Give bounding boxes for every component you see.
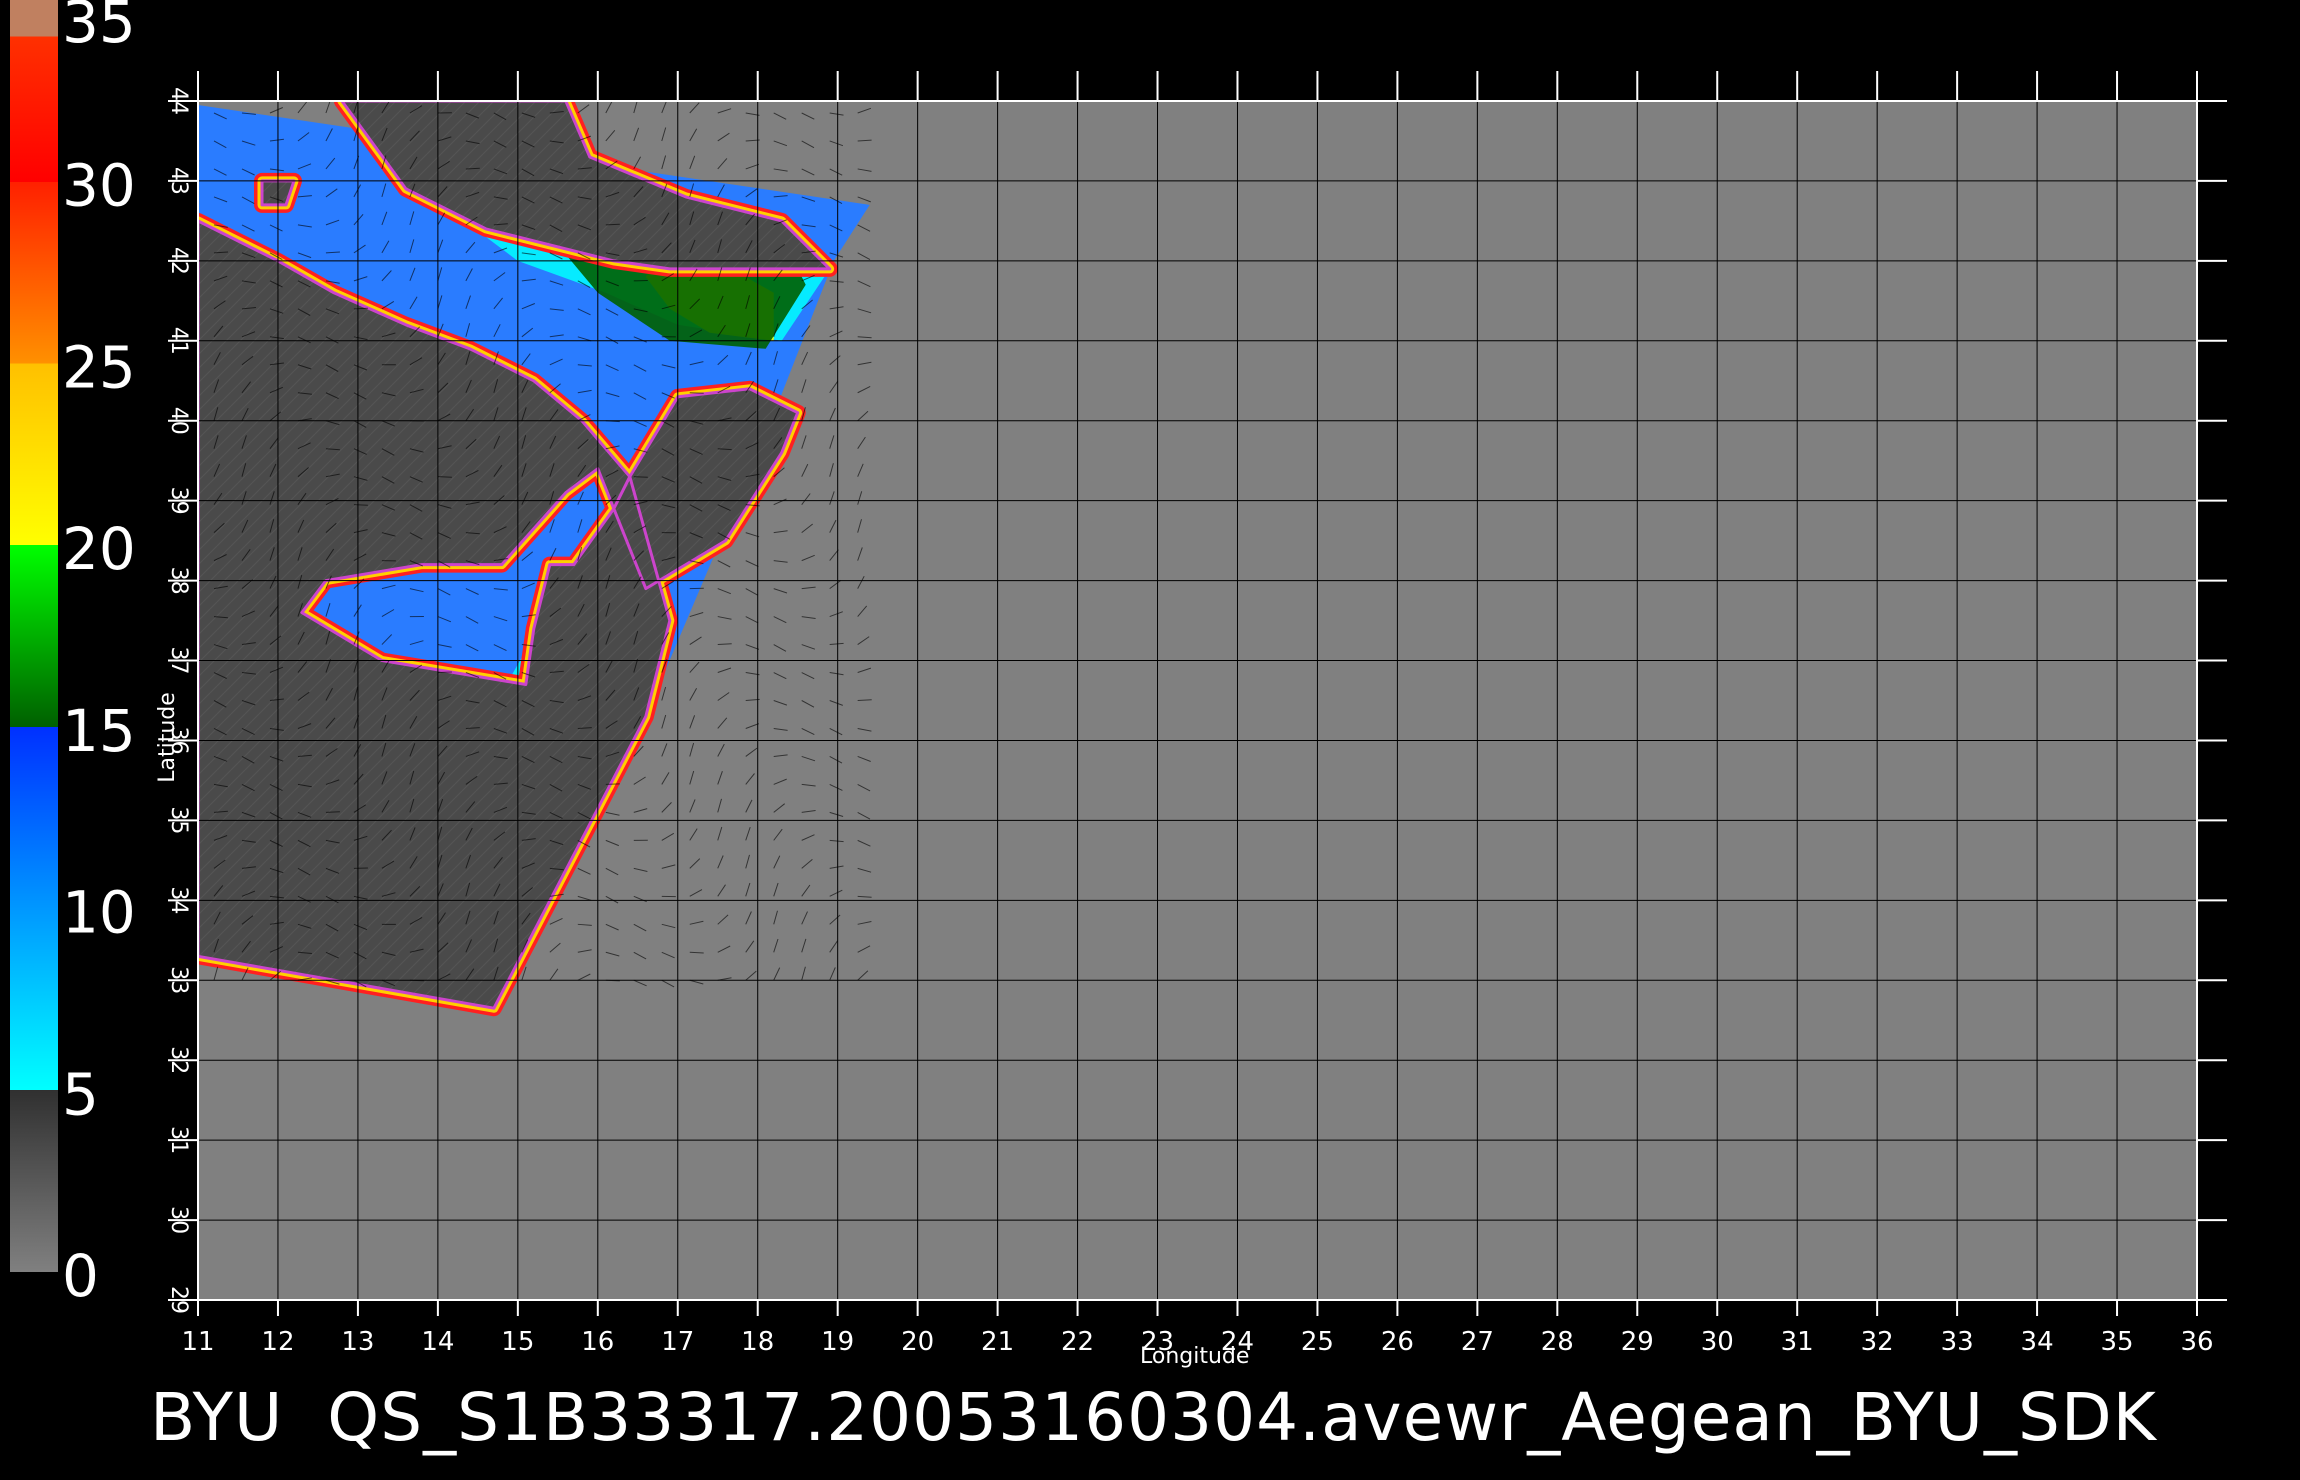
y-tick-label: 44 — [166, 87, 191, 115]
y-tick-label: 29 — [166, 1286, 191, 1314]
wind-vector — [857, 699, 872, 701]
wind-vector — [633, 476, 648, 478]
y-tick-label: 41 — [166, 327, 191, 355]
colorbar-tick-label: 20 — [62, 515, 136, 583]
x-tick-label: 17 — [661, 1327, 694, 1357]
y-tick-label: 34 — [166, 886, 191, 914]
x-tick-label: 11 — [181, 1327, 214, 1357]
x-tick-label: 18 — [741, 1327, 774, 1357]
y-tick-label: 35 — [166, 806, 191, 834]
colorbar-tick-label: 10 — [62, 879, 136, 947]
x-tick-label: 35 — [2100, 1327, 2133, 1357]
y-tick-label: 38 — [166, 567, 191, 595]
wind-vector — [325, 811, 340, 813]
y-tick-label: 33 — [166, 966, 191, 994]
x-tick-label: 19 — [821, 1327, 854, 1357]
colorbar-tick-label: 15 — [62, 697, 136, 765]
x-tick-label: 12 — [261, 1327, 294, 1357]
x-tick-label: 15 — [501, 1327, 534, 1357]
y-tick-label: 39 — [166, 487, 191, 515]
y-tick-label: 43 — [166, 167, 191, 195]
wind-vector — [437, 671, 452, 674]
x-tick-label: 14 — [421, 1327, 454, 1357]
x-tick-label: 26 — [1381, 1327, 1414, 1357]
x-axis-title: Longitude — [1140, 1344, 1250, 1369]
y-tick-label: 37 — [166, 647, 191, 675]
colorbar-tick-label: 35 — [62, 0, 136, 56]
x-tick-label: 33 — [1941, 1327, 1974, 1357]
x-tick-label: 13 — [341, 1327, 374, 1357]
x-tick-label: 31 — [1781, 1327, 1814, 1357]
y-tick-label: 32 — [166, 1046, 191, 1074]
wind-vector — [437, 476, 452, 478]
wind-vector — [689, 951, 704, 954]
wind-vector — [353, 504, 368, 506]
colorbar-tick-label: 0 — [62, 1242, 99, 1310]
y-axis-title: Latitude — [154, 692, 180, 783]
x-tick-label: 20 — [901, 1327, 934, 1357]
x-tick-label: 30 — [1701, 1327, 1734, 1357]
y-tick-label: 42 — [166, 247, 191, 275]
x-tick-label: 28 — [1541, 1327, 1574, 1357]
colorbar-tick-label: 30 — [62, 152, 136, 220]
y-tick-label: 30 — [166, 1206, 191, 1234]
wind-vector — [353, 307, 368, 310]
x-tick-label: 34 — [2021, 1327, 2054, 1357]
plot-area — [198, 101, 2197, 1300]
chart-stage: 0 5 10 15 20 25 30 35 11 12 13 14 15 16 17 18 19 20 21 22 2… — [0, 0, 2300, 1480]
image-title: BYU QS_S1B33317.20053160304.avewr_Aegean… — [150, 1379, 2157, 1456]
colorbar-tick-label: 5 — [62, 1060, 99, 1128]
x-tick-label: 27 — [1461, 1327, 1494, 1357]
colorbar-tick-label: 25 — [62, 333, 136, 401]
x-tick-label: 22 — [1061, 1327, 1094, 1357]
colorbar-ramp — [10, 0, 58, 1272]
x-tick-label: 29 — [1621, 1327, 1654, 1357]
y-tick-label: 40 — [166, 407, 191, 435]
x-tick-label: 36 — [2180, 1327, 2213, 1357]
x-tick-label: 32 — [1861, 1327, 1894, 1357]
wind-vector — [605, 223, 620, 226]
wind-vector — [605, 783, 620, 785]
x-tick-label: 16 — [581, 1327, 614, 1357]
y-tick-label: 31 — [166, 1126, 191, 1154]
x-tick-label: 21 — [981, 1327, 1014, 1357]
x-tick-label: 25 — [1301, 1327, 1334, 1357]
